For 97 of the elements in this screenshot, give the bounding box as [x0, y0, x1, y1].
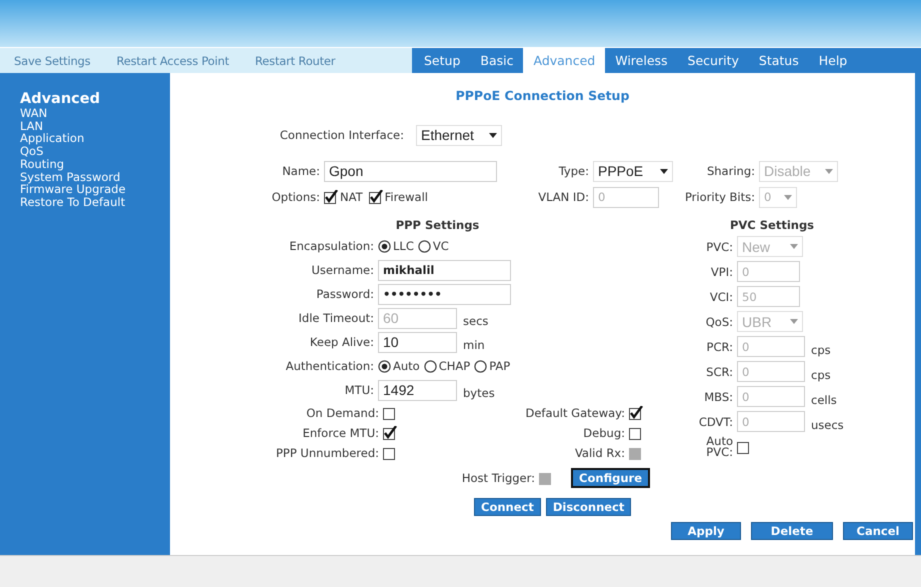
sidebar-item[interactable]: WAN — [20, 107, 48, 120]
form-button[interactable]: Delete — [751, 522, 833, 540]
field-label: PCR: — [706, 340, 734, 354]
input-field[interactable]: 10 — [378, 332, 457, 352]
field-label: Priority Bits: — [684, 190, 756, 204]
connect-button[interactable]: Connect — [474, 498, 541, 516]
field-label: Default Gateway: — [524, 406, 626, 420]
field-label: Authentication: — [284, 359, 375, 373]
field-label: Options: — [270, 190, 321, 204]
field-label: Idle Timeout: — [298, 311, 375, 325]
checkbox-label: Firewall — [384, 190, 428, 204]
nav-tab[interactable]: Basic — [470, 48, 524, 73]
field-label: Debug: — [582, 426, 626, 440]
checkbox[interactable] — [368, 190, 383, 204]
interface-dropdown[interactable]: Ethernet — [416, 124, 502, 146]
field-label: MTU: — [344, 383, 375, 397]
caret-icon — [790, 319, 798, 324]
field-label: Auto PVC: — [705, 436, 734, 458]
sidebar-item[interactable]: Routing — [20, 158, 64, 171]
radio-button[interactable] — [378, 240, 391, 252]
unit-label: usecs — [811, 418, 844, 432]
checkbox[interactable] — [629, 406, 643, 420]
field-label: On Demand: — [305, 406, 380, 420]
sidebar-item[interactable]: LAN — [20, 120, 44, 132]
input-field[interactable]: •••••••• — [378, 284, 511, 304]
checkbox[interactable] — [383, 426, 397, 440]
field-label: Password: — [315, 287, 375, 301]
field-label: Valid Rx: — [574, 446, 626, 460]
checkbox[interactable] — [629, 426, 643, 440]
nav-tab[interactable]: Help — [808, 48, 858, 73]
sidebar-item[interactable]: System Password — [20, 170, 120, 184]
input-field[interactable]: 1492 — [378, 380, 457, 400]
unit-label: secs — [463, 314, 488, 328]
page-title: PPPoE Connection Setup — [456, 88, 630, 103]
caret-icon — [825, 168, 833, 174]
radio-label: Auto — [393, 359, 420, 373]
action-link[interactable]: Save Settings — [14, 54, 90, 68]
sidebar-item[interactable]: Firmware Upgrade — [20, 183, 126, 196]
checkbox[interactable] — [383, 446, 397, 460]
radio-button[interactable] — [474, 360, 488, 372]
sidebar-item[interactable]: QoS — [20, 145, 44, 158]
field-label: Name: — [281, 164, 321, 178]
form-button[interactable]: Cancel — [843, 522, 913, 540]
connect-button[interactable]: Disconnect — [546, 498, 632, 516]
caret-icon — [660, 168, 668, 174]
field-label: SCR: — [705, 364, 734, 378]
field-label: Keep Alive: — [308, 335, 375, 349]
nav-tab[interactable]: Wireless — [605, 48, 678, 73]
nav-tab[interactable]: Security — [678, 48, 749, 73]
section-heading: PPP Settings — [394, 218, 480, 234]
field-label: QoS: — [704, 314, 734, 328]
unit-label: min — [463, 338, 485, 352]
nav-tab[interactable]: Setup — [412, 48, 470, 73]
field-label: Host Trigger: — [460, 471, 536, 485]
field-label: PPP Unnumbered: — [274, 446, 380, 460]
field-label: PVC: — [705, 240, 734, 254]
caret-icon — [489, 132, 497, 138]
action-link[interactable]: Restart Router — [255, 54, 336, 68]
nav-tab[interactable]: Status — [748, 48, 809, 73]
radio-label: VC — [432, 239, 449, 253]
radio-label: PAP — [489, 359, 510, 373]
checkbox[interactable] — [737, 440, 751, 454]
radio-label: LLC — [393, 239, 414, 253]
field-label: MBS: — [703, 390, 734, 404]
caret-icon — [790, 244, 798, 249]
radio-button[interactable] — [378, 360, 391, 372]
checkbox[interactable] — [324, 190, 338, 204]
field-label: VLAN ID: — [537, 190, 590, 204]
section-heading: PVC Settings — [728, 218, 816, 234]
field-label: VCI: — [708, 290, 734, 304]
sidebar-item[interactable]: Restore To Default — [20, 196, 126, 209]
unit-label: cps — [811, 342, 831, 356]
form-button[interactable]: Apply — [671, 522, 741, 540]
nav-tab[interactable]: Advanced — [523, 48, 606, 73]
radio-button[interactable] — [418, 240, 431, 252]
type-dropdown[interactable]: PPPoE — [593, 160, 673, 182]
field-label: Username: — [310, 263, 375, 277]
unit-label: cells — [811, 392, 837, 406]
checkbox[interactable] — [383, 406, 397, 420]
checkbox-label: NAT — [340, 190, 363, 204]
field-label: Encapsulation: — [288, 239, 375, 253]
field-label: Sharing: — [706, 164, 756, 178]
radio-label: CHAP — [438, 359, 470, 373]
name-field[interactable]: Gpon — [324, 160, 497, 182]
field-label: Enforce MTU: — [302, 426, 380, 440]
field-label: CDVT: — [698, 414, 734, 428]
unit-label: cps — [811, 368, 831, 382]
input-field[interactable]: mikhalil — [378, 260, 511, 280]
unit-label: bytes — [463, 386, 495, 400]
field-label: Connection Interface: — [278, 128, 405, 142]
field-label: Type: — [558, 164, 590, 178]
field-label: VPI: — [710, 264, 734, 278]
radio-button[interactable] — [424, 360, 437, 372]
action-link[interactable]: Restart Access Point — [116, 54, 230, 68]
caret-icon — [784, 194, 792, 200]
sidebar-item[interactable]: Application — [20, 132, 84, 146]
sidebar-title: Advanced — [20, 91, 100, 107]
